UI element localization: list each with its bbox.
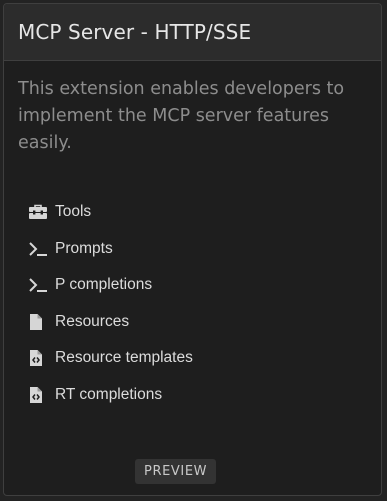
- toolbox-icon: [28, 202, 50, 222]
- feature-label: Prompts: [55, 239, 113, 257]
- feature-item-rt-completions: RT completions: [28, 377, 193, 414]
- file-code-icon: [28, 385, 50, 405]
- feature-list: Tools Prompts P completions Resources Re…: [28, 194, 193, 413]
- feature-label: Tools: [55, 203, 92, 221]
- feature-label: Resource templates: [55, 349, 193, 367]
- feature-label: RT completions: [55, 385, 163, 403]
- terminal-icon: [28, 275, 50, 295]
- feature-label: P completions: [55, 276, 153, 294]
- feature-item-prompts: Prompts: [28, 231, 193, 268]
- extension-card[interactable]: MCP Server - HTTP/SSE This extension ena…: [3, 3, 382, 496]
- feature-item-resources: Resources: [28, 304, 193, 341]
- feature-item-tools: Tools: [28, 194, 193, 231]
- card-header: MCP Server - HTTP/SSE: [4, 4, 381, 61]
- terminal-icon: [28, 239, 50, 259]
- extension-title: MCP Server - HTTP/SSE: [18, 20, 252, 44]
- feature-item-p-completions: P completions: [28, 267, 193, 304]
- extension-description: This extension enables developers to imp…: [18, 79, 345, 153]
- feature-label: Resources: [55, 312, 130, 330]
- file-icon: [28, 312, 50, 332]
- feature-item-resource-templates: Resource templates: [28, 340, 193, 377]
- preview-badge: PREVIEW: [135, 459, 217, 484]
- file-code-icon: [28, 348, 50, 368]
